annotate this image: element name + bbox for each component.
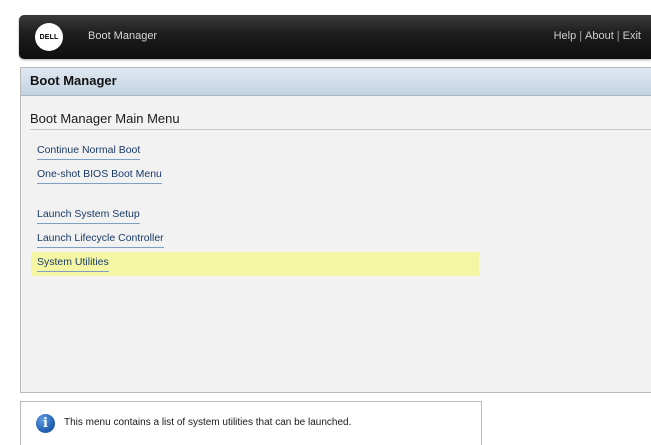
help-text: This menu contains a list of system util… [64,417,352,428]
menu-item-label: System Utilities [37,256,109,272]
menu-item-continue-normal-boot[interactable]: Continue Normal Boot [31,140,479,164]
menu-title: Boot Manager Main Menu [30,111,180,126]
panel-header: Boot Manager [21,68,651,96]
page-title: Boot Manager [30,73,117,88]
link-separator: | [579,30,583,42]
menu-item-label: Launch Lifecycle Controller [37,232,164,248]
boot-manager-screen: DELL Boot Manager Help | About | Exit Boot M… [0,0,651,445]
about-link[interactable]: About [585,30,614,42]
main-panel: Boot Manager Boot Manager Main Menu Cont… [20,67,651,393]
app-title: Boot Manager [88,30,158,42]
menu-item-label: Launch System Setup [37,208,140,224]
menu-item-one-shot-bios-boot-menu[interactable]: One-shot BIOS Boot Menu [31,164,479,188]
dell-logo: DELL [35,23,63,51]
top-header-bar: DELL Boot Manager Help | About | Exit [19,15,651,59]
help-link[interactable]: Help [554,30,577,42]
menu-item-label: One-shot BIOS Boot Menu [37,168,162,184]
menu-item-label: Continue Normal Boot [37,144,141,160]
help-message-box: i This menu contains a list of system ut… [20,401,482,445]
info-icon: i [36,414,55,433]
menu-divider [30,129,651,130]
menu-item-system-utilities[interactable]: System Utilities [31,252,479,276]
menu-item-launch-lifecycle-controller[interactable]: Launch Lifecycle Controller [31,228,479,252]
header-links: Help | About | Exit [554,30,641,42]
menu-item-launch-system-setup[interactable]: Launch System Setup [31,204,479,228]
exit-link[interactable]: Exit [623,30,641,42]
link-separator: | [616,30,620,42]
